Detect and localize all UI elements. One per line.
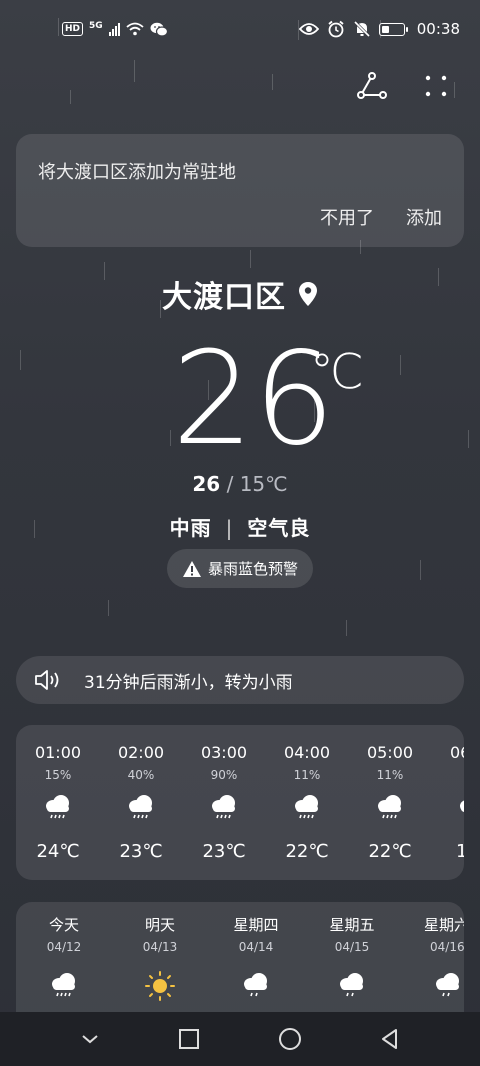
day-name: 星期六 <box>424 916 464 934</box>
hourly-item: 02:00 40% 23℃ <box>99 725 183 880</box>
rain-cloud-icon <box>52 973 75 997</box>
day-name: 星期五 <box>329 916 375 934</box>
hourly-item: 05:00 11% 22℃ <box>348 725 432 880</box>
condition-divider: | <box>225 516 234 540</box>
rain-cloud-icon <box>244 973 267 997</box>
weather-alert-pill[interactable]: 暴雨蓝色预警 <box>167 549 313 588</box>
hour-precip: 11% <box>376 768 404 782</box>
back-button[interactable] <box>378 1027 402 1051</box>
location-header[interactable]: 大渡口区 <box>0 272 480 316</box>
battery-icon <box>378 22 408 36</box>
hour-time: 04:00 <box>283 743 331 762</box>
decline-button[interactable]: 不用了 <box>320 204 374 230</box>
share-icon <box>357 72 387 99</box>
hourly-item: 03:00 90% 23℃ <box>182 725 266 880</box>
home-button[interactable] <box>277 1026 303 1052</box>
hour-temp: 23℃ <box>202 841 246 862</box>
rain-notice-text: 31分钟后雨渐小，转为小雨 <box>84 672 293 693</box>
collapse-nav-button[interactable] <box>78 1027 102 1051</box>
hour-precip: 90% <box>210 768 238 782</box>
location-name: 大渡口区 <box>162 280 286 315</box>
hour-precip: 15% <box>44 768 72 782</box>
wifi-icon <box>126 22 144 36</box>
add-resident-button[interactable]: 添加 <box>406 204 442 230</box>
hourly-item: 01:00 15% 24℃ <box>16 725 100 880</box>
day-date: 04/15 <box>334 940 370 954</box>
temperature-range: 26 / 15℃ <box>0 472 480 496</box>
day-date: 04/14 <box>238 940 274 954</box>
network-type: 5G <box>89 21 103 31</box>
current-temperature: 26 ℃ <box>0 330 480 470</box>
hour-temp: 1 <box>456 841 464 862</box>
warning-icon <box>182 560 201 577</box>
hour-temp: 22℃ <box>285 841 329 862</box>
day-date: 04/12 <box>46 940 82 954</box>
rain-cloud-icon <box>436 973 459 997</box>
day-date: 04/13 <box>142 940 178 954</box>
hour-precip: 11% <box>293 768 321 782</box>
air-quality[interactable]: 空气良 <box>247 516 310 540</box>
rain-cloud-icon <box>340 973 363 997</box>
hourly-forecast[interactable]: 01:00 15% 24℃ 02:00 40% 23℃ 03:00 90% 23… <box>16 725 464 880</box>
system-nav-bar <box>0 1012 480 1066</box>
recents-button[interactable] <box>177 1027 201 1051</box>
day-name: 明天 <box>144 916 175 934</box>
hourly-item: 06 1 <box>430 725 464 880</box>
location-pin-icon <box>299 282 317 306</box>
day-date: 04/16 <box>430 940 464 954</box>
sun-icon <box>145 971 175 1001</box>
day-name: 星期四 <box>233 916 279 934</box>
mute-icon <box>353 20 370 38</box>
hour-time: 06 <box>450 743 464 762</box>
alarm-icon <box>328 20 344 38</box>
hour-time: 01:00 <box>34 743 82 762</box>
more-dots-icon <box>425 75 447 97</box>
temp-high: 26 <box>192 472 221 496</box>
clock: 00:38 <box>416 20 460 38</box>
top-actions <box>356 70 452 102</box>
signal-icon <box>108 22 120 36</box>
rain-cloud-icon <box>129 795 152 819</box>
hour-temp: 22℃ <box>368 841 412 862</box>
rain-cloud-icon <box>212 795 235 819</box>
rain-cloud-icon <box>460 800 464 812</box>
rain-forecast-notice[interactable]: 31分钟后雨渐小，转为小雨 <box>16 656 464 704</box>
hour-time: 05:00 <box>366 743 414 762</box>
temp-low: / 15℃ <box>220 472 288 496</box>
rain-cloud-icon <box>46 795 69 819</box>
status-bar: HD 5G 00:38 <box>0 0 480 58</box>
hourly-item: 04:00 11% 22℃ <box>265 725 349 880</box>
wechat-icon <box>150 22 168 37</box>
condition-text: 中雨 <box>169 516 212 540</box>
speaker-icon <box>35 670 59 690</box>
day-name: 今天 <box>48 916 79 934</box>
share-button[interactable] <box>356 70 388 102</box>
temperature-unit: ℃ <box>310 344 364 400</box>
hour-time: 03:00 <box>200 743 248 762</box>
alert-text: 暴雨蓝色预警 <box>207 560 298 578</box>
resident-message: 将大渡口区添加为常驻地 <box>38 162 236 183</box>
hd-badge: HD <box>62 22 84 36</box>
hour-time: 02:00 <box>117 743 165 762</box>
hour-temp: 23℃ <box>119 841 163 862</box>
rain-cloud-icon <box>378 795 401 819</box>
more-button[interactable] <box>420 70 452 102</box>
set-resident-card: 将大渡口区添加为常驻地 不用了 添加 <box>16 134 464 247</box>
rain-cloud-icon <box>295 795 318 819</box>
condition-line: 中雨 | 空气良 <box>0 512 480 541</box>
hour-temp: 24℃ <box>36 841 80 862</box>
eye-icon <box>298 23 319 35</box>
hour-precip: 40% <box>127 768 155 782</box>
